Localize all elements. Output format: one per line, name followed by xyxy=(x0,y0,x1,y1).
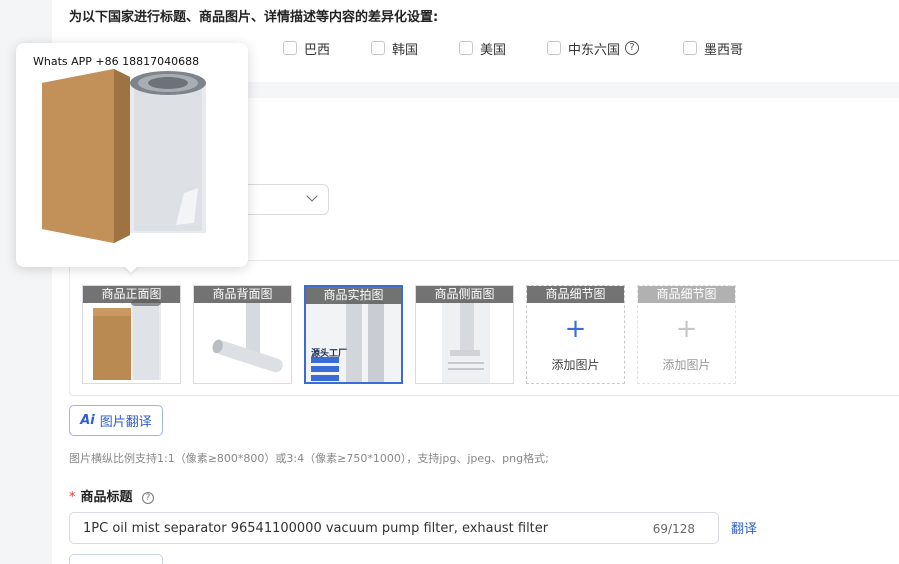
country-checkbox-korea[interactable]: 韩国 xyxy=(371,38,418,58)
country-label: 美国 xyxy=(480,42,507,58)
checkbox-box[interactable] xyxy=(371,41,385,55)
image-slot-detail-add[interactable]: 商品细节图 + 添加图片 xyxy=(526,285,625,384)
image-slot-detail-add-disabled: 商品细节图 + 添加图片 xyxy=(637,285,736,384)
checkbox-box[interactable] xyxy=(459,41,473,55)
char-counter: 69/128 xyxy=(652,522,695,536)
plus-icon: + xyxy=(675,314,698,344)
slot-caption: 商品侧面图 xyxy=(416,286,513,303)
country-checkbox-brazil[interactable]: 巴西 xyxy=(283,38,330,58)
product-title-label: * 商品标题 ? xyxy=(69,486,155,505)
image-translate-label: 图片翻译 xyxy=(99,415,152,430)
product-title-input[interactable]: 1PC oil mist separator 96541100000 vacuu… xyxy=(69,512,719,544)
product-title-label-text: 商品标题 xyxy=(80,490,133,505)
title-translate-link[interactable]: 翻译 xyxy=(731,518,757,537)
image-slot-front[interactable]: 商品正面图 xyxy=(82,285,181,384)
checkbox-box[interactable] xyxy=(683,41,697,55)
checkbox-box[interactable] xyxy=(283,41,297,55)
popup-arrow xyxy=(123,265,139,273)
image-overlay-text: 源头工厂 xyxy=(311,349,348,359)
add-image-label: 添加图片 xyxy=(662,358,711,372)
slot-caption: 商品正面图 xyxy=(83,286,180,303)
country-checkbox-mexico[interactable]: 墨西哥 xyxy=(683,38,743,58)
plus-icon: + xyxy=(564,314,587,344)
slot-caption: 商品细节图 xyxy=(638,286,735,303)
image-slot-back[interactable]: 商品背面图 xyxy=(193,285,292,384)
partial-button[interactable] xyxy=(69,554,163,564)
country-checkbox-middle-east[interactable]: 中东六国 ? xyxy=(547,38,640,58)
required-mark: * xyxy=(69,490,76,505)
differentiation-title: 为以下国家进行标题、商品图片、详情描述等内容的差异化设置: xyxy=(69,10,439,25)
preview-image xyxy=(42,69,206,243)
product-title-value[interactable]: 1PC oil mist separator 96541100000 vacuu… xyxy=(83,521,548,536)
checkbox-box[interactable] xyxy=(547,41,561,55)
country-label: 巴西 xyxy=(304,42,331,58)
question-circle-icon[interactable]: ? xyxy=(142,492,155,504)
image-slot-side[interactable]: 商品侧面图 xyxy=(415,285,514,384)
image-translate-button[interactable]: Ai 图片翻译 xyxy=(69,405,163,436)
chevron-down-icon xyxy=(306,190,318,202)
slot-caption: 商品实拍图 xyxy=(306,287,401,304)
slot-caption: 商品细节图 xyxy=(527,286,624,303)
image-slot-photo[interactable]: 商品实拍图 源头工厂 xyxy=(304,285,403,384)
question-circle-icon[interactable]: ? xyxy=(625,41,640,55)
country-label: 中东六国 xyxy=(568,42,621,58)
add-image-label: 添加图片 xyxy=(551,358,600,372)
country-label: 墨西哥 xyxy=(704,42,744,58)
slot-caption: 商品背面图 xyxy=(194,286,291,303)
image-format-hint: 图片横纵比例支持1:1（像素≥800*800）或3:4（像素≥750*1000）… xyxy=(69,452,549,465)
ai-icon: Ai xyxy=(80,413,95,428)
image-preview-popup: Whats APP +86 18817040688 xyxy=(16,43,248,267)
country-checkbox-usa[interactable]: 美国 xyxy=(459,38,506,58)
country-label: 韩国 xyxy=(392,42,419,58)
